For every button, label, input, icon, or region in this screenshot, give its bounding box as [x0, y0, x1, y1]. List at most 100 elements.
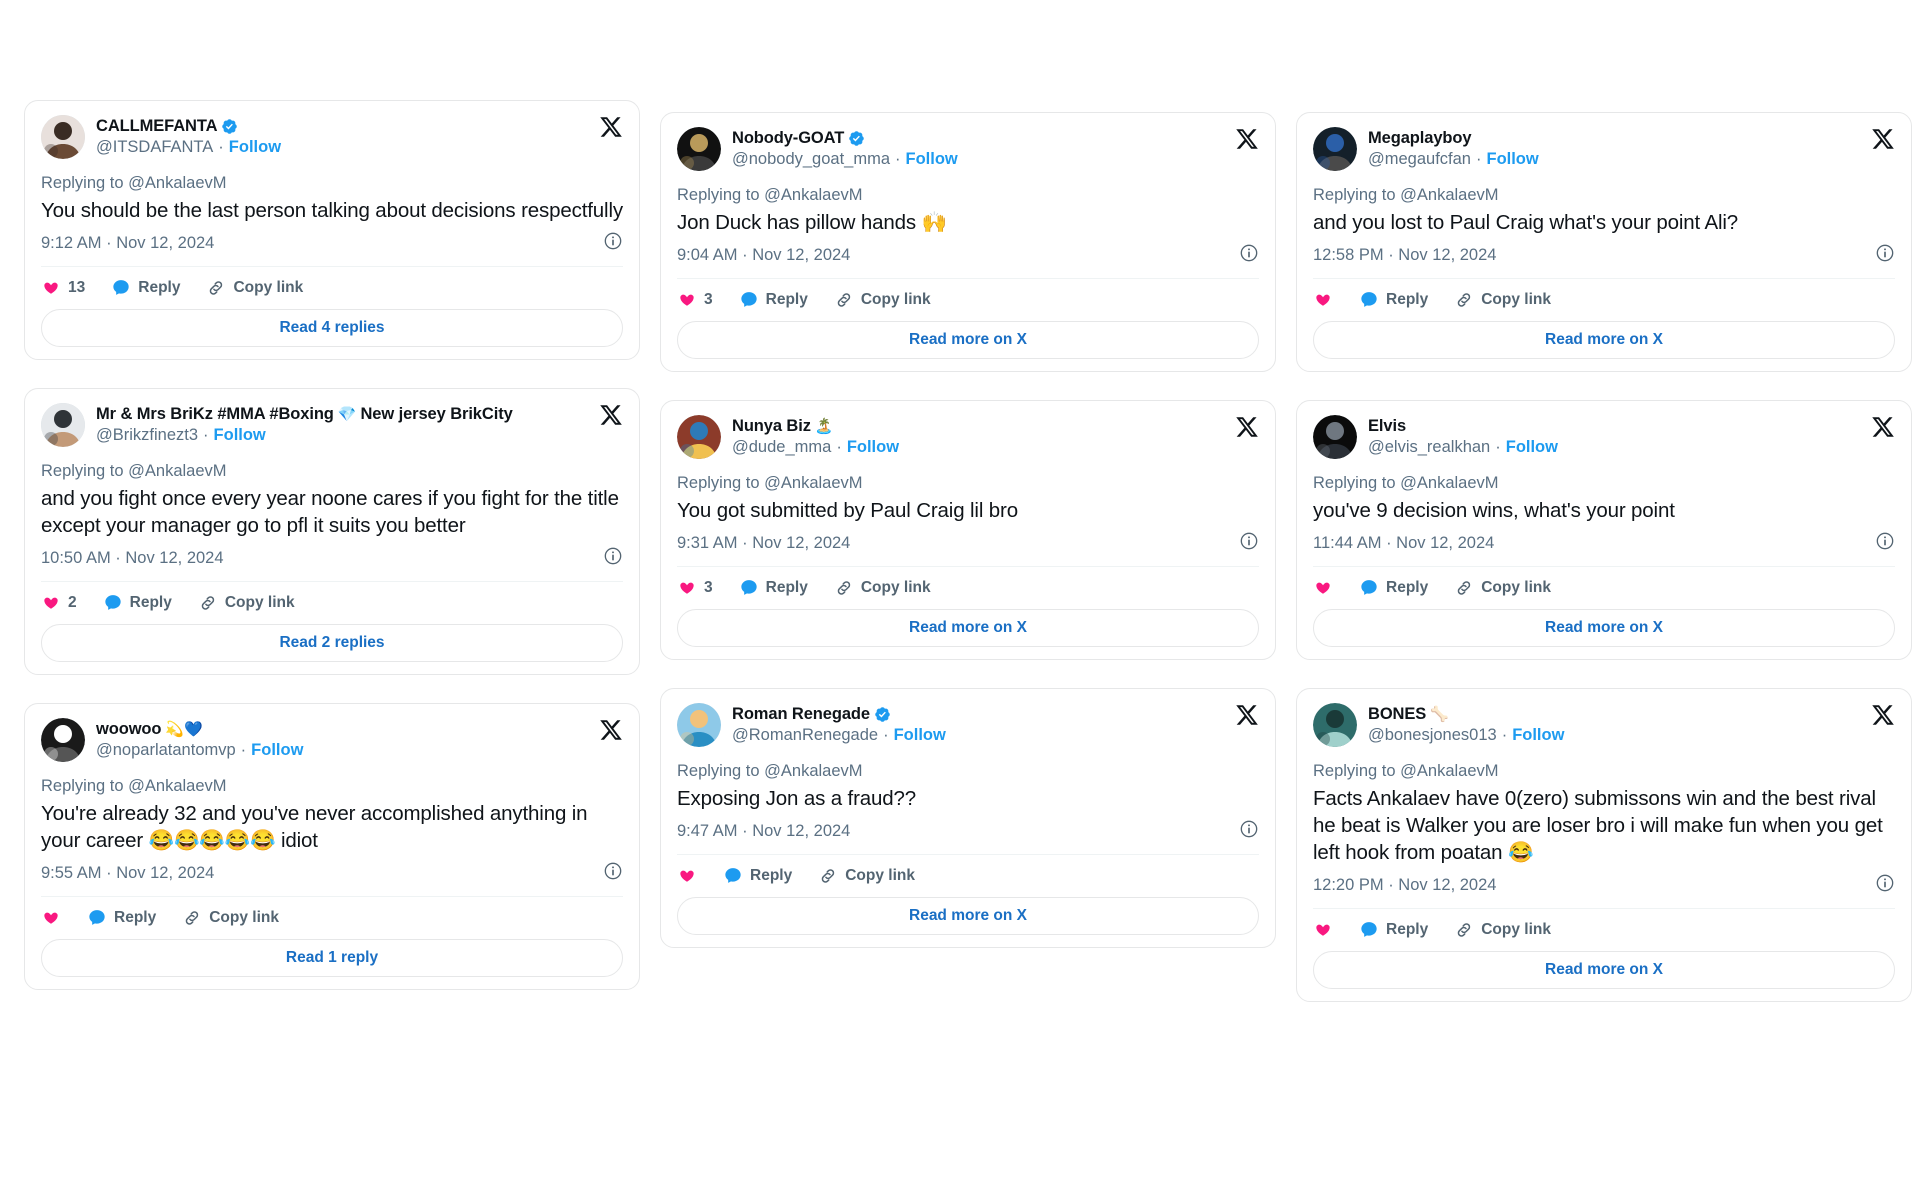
like-button[interactable]: 13 — [41, 278, 85, 298]
divider — [41, 581, 623, 582]
like-button[interactable] — [1313, 920, 1333, 940]
info-icon[interactable] — [603, 231, 623, 256]
reply-button[interactable]: Reply — [87, 908, 156, 928]
reply-button[interactable]: Reply — [723, 866, 792, 886]
reply-button[interactable]: Reply — [739, 578, 808, 598]
user-handle[interactable]: @elvis_realkhan — [1368, 437, 1490, 457]
avatar[interactable] — [1313, 703, 1357, 747]
avatar[interactable] — [677, 127, 721, 171]
info-icon[interactable] — [1239, 243, 1259, 268]
display-name: Megaplayboy — [1368, 129, 1472, 147]
avatar[interactable] — [41, 718, 85, 762]
copy-link-button[interactable]: Copy link — [834, 578, 931, 598]
info-icon[interactable] — [1875, 243, 1895, 268]
info-icon[interactable] — [603, 546, 623, 571]
reply-button[interactable]: Reply — [739, 290, 808, 310]
follow-link[interactable]: Follow — [251, 740, 303, 760]
tweet-text: and you fight once every year noone care… — [41, 487, 619, 537]
like-button[interactable] — [677, 866, 697, 886]
follow-link[interactable]: Follow — [894, 725, 946, 745]
copy-link-button[interactable]: Copy link — [1454, 290, 1551, 310]
read-more-button[interactable]: Read 1 reply — [41, 939, 623, 977]
user-handle[interactable]: @bonesjones013 — [1368, 725, 1497, 745]
copy-link-button[interactable]: Copy link — [206, 278, 303, 298]
tweet-text: Exposing Jon as a fraud?? — [677, 787, 916, 810]
info-icon[interactable] — [1239, 531, 1259, 556]
handle-separator: · — [836, 438, 842, 456]
copy-link-button[interactable]: Copy link — [1454, 578, 1551, 598]
user-handle[interactable]: @dude_mma — [732, 437, 831, 457]
user-handle[interactable]: @Brikzfinezt3 — [96, 425, 198, 445]
x-logo-icon[interactable] — [1235, 127, 1259, 151]
identity-block: Nunya Biz 🏝️ @dude_mma · Follow — [732, 415, 1259, 457]
action-bar: 3 Reply Copy link — [677, 578, 1259, 598]
user-handle[interactable]: @noparlatantomvp — [96, 740, 236, 760]
info-icon[interactable] — [1239, 819, 1259, 844]
avatar[interactable] — [677, 415, 721, 459]
info-icon[interactable] — [603, 861, 623, 886]
reply-button[interactable]: Reply — [111, 278, 180, 298]
x-logo-icon[interactable] — [1871, 703, 1895, 727]
meta-row: 9:12 AM · Nov 12, 2024 — [41, 231, 623, 256]
x-logo-icon[interactable] — [1235, 415, 1259, 439]
follow-link[interactable]: Follow — [847, 437, 899, 457]
x-logo-icon[interactable] — [599, 115, 623, 139]
follow-link[interactable]: Follow — [1506, 437, 1558, 457]
like-button[interactable]: 3 — [677, 290, 713, 310]
follow-link[interactable]: Follow — [1486, 149, 1538, 169]
info-icon[interactable] — [1875, 531, 1895, 556]
read-more-button[interactable]: Read more on X — [677, 609, 1259, 647]
avatar[interactable] — [41, 115, 85, 159]
user-handle[interactable]: @megaufcfan — [1368, 149, 1471, 169]
read-more-button[interactable]: Read more on X — [677, 897, 1259, 935]
x-logo-icon[interactable] — [1871, 415, 1895, 439]
copy-link-button[interactable]: Copy link — [834, 290, 931, 310]
like-button[interactable]: 3 — [677, 578, 713, 598]
follow-link[interactable]: Follow — [214, 425, 266, 445]
follow-link[interactable]: Follow — [229, 137, 281, 157]
avatar[interactable] — [41, 403, 85, 447]
handle-separator: · — [240, 741, 247, 759]
timestamp: 9:47 AM · Nov 12, 2024 — [677, 822, 851, 840]
x-logo-icon[interactable] — [1871, 127, 1895, 151]
x-logo-icon[interactable] — [599, 718, 623, 742]
follow-link[interactable]: Follow — [906, 149, 958, 169]
info-icon[interactable] — [1875, 873, 1895, 898]
read-more-button[interactable]: Read more on X — [1313, 609, 1895, 647]
reply-button[interactable]: Reply — [103, 593, 172, 613]
reply-label: Reply — [765, 291, 808, 308]
read-more-button[interactable]: Read more on X — [1313, 951, 1895, 989]
handle-row: @dude_mma · Follow — [732, 437, 1217, 457]
like-button[interactable] — [41, 908, 61, 928]
tweet-bones: BONES 🦴 @bonesjones013 · Follow Replying to @… — [1296, 688, 1912, 1002]
copy-link-button[interactable]: Copy link — [182, 908, 279, 928]
reply-label: Reply — [114, 909, 157, 926]
reply-button[interactable]: Reply — [1359, 290, 1428, 310]
follow-link[interactable]: Follow — [1512, 725, 1564, 745]
like-button[interactable]: 2 — [41, 593, 77, 613]
link-icon — [834, 578, 854, 598]
reply-button[interactable]: Reply — [1359, 578, 1428, 598]
copy-link-button[interactable]: Copy link — [198, 593, 295, 613]
user-handle[interactable]: @RomanRenegade — [732, 725, 878, 745]
reply-button[interactable]: Reply — [1359, 920, 1428, 940]
read-more-button[interactable]: Read 4 replies — [41, 309, 623, 347]
user-handle[interactable]: @ITSDAFANTA — [96, 137, 213, 157]
avatar[interactable] — [677, 703, 721, 747]
x-logo-icon[interactable] — [599, 403, 623, 427]
read-more-button[interactable]: Read more on X — [677, 321, 1259, 359]
copy-link-label: Copy link — [845, 867, 915, 884]
read-more-button[interactable]: Read more on X — [1313, 321, 1895, 359]
like-button[interactable] — [1313, 290, 1333, 310]
avatar[interactable] — [1313, 127, 1357, 171]
copy-link-button[interactable]: Copy link — [818, 866, 915, 886]
read-more-button[interactable]: Read 2 replies — [41, 624, 623, 662]
x-logo-icon[interactable] — [1235, 703, 1259, 727]
copy-link-button[interactable]: Copy link — [1454, 920, 1551, 940]
tweet-text: you've 9 decision wins, what's your poin… — [1313, 499, 1675, 522]
copy-link-label: Copy link — [860, 579, 931, 596]
link-icon — [818, 866, 838, 886]
like-button[interactable] — [1313, 578, 1333, 598]
user-handle[interactable]: @nobody_goat_mma — [732, 149, 890, 169]
avatar[interactable] — [1313, 415, 1357, 459]
